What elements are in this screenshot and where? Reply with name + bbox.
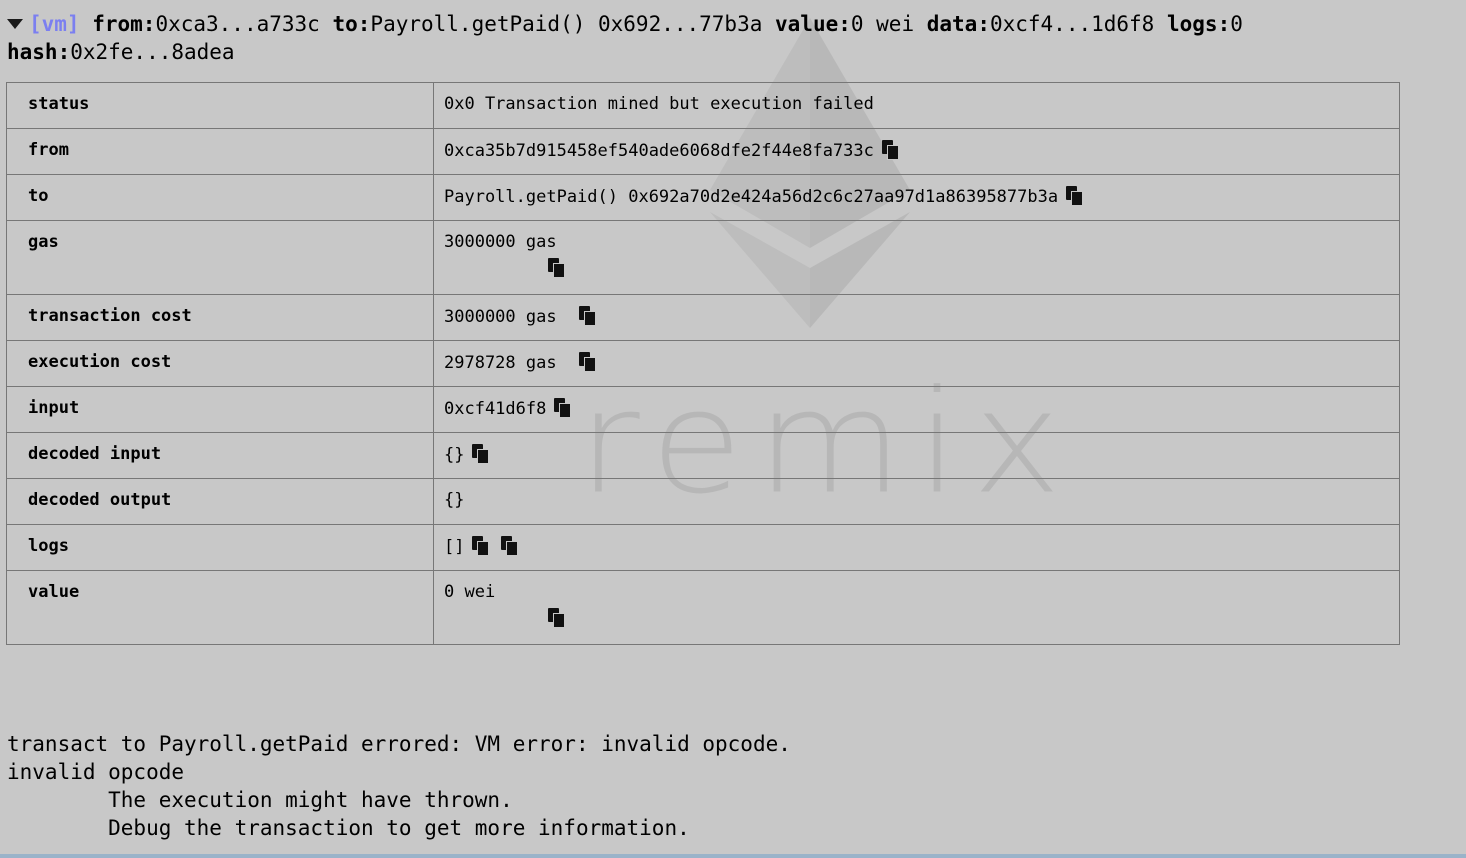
row-key-execution-cost: execution cost — [6, 340, 434, 387]
copy-icon[interactable] — [1066, 186, 1084, 206]
summary-value-label: value: — [775, 12, 851, 36]
row-value-transaction-cost: 3000000 gas — [444, 307, 557, 327]
row-key-status: status — [6, 82, 434, 129]
row-value-to: Payroll.getPaid() 0x692a70d2e424a56d2c6c… — [444, 187, 1059, 207]
table-row: logs [] — [6, 524, 1400, 571]
row-key-from: from — [6, 128, 434, 175]
error-log: transact to Payroll.getPaid errored: VM … — [7, 730, 791, 842]
transaction-details-table: status 0x0 Transaction mined but executi… — [6, 82, 1400, 645]
row-key-logs: logs — [6, 524, 434, 571]
table-row: decoded output {} — [6, 478, 1400, 525]
summary-from-label: from: — [92, 12, 156, 36]
summary-to-value: Payroll.getPaid() 0x692...77b3a — [370, 12, 763, 36]
row-value-status: 0x0 Transaction mined but execution fail… — [444, 94, 874, 114]
transaction-summary[interactable]: [vm] from:0xca3...a733c to:Payroll.getPa… — [7, 10, 1457, 66]
summary-data-label: data: — [926, 12, 990, 36]
table-row: decoded input {} — [6, 432, 1400, 479]
summary-hash-value: 0x2fe...8adea — [70, 40, 235, 64]
copy-icon[interactable] — [472, 536, 490, 556]
table-row: value 0 wei — [6, 570, 1400, 645]
table-row: gas 3000000 gas — [6, 220, 1400, 295]
table-row: to Payroll.getPaid() 0x692a70d2e424a56d2… — [6, 174, 1400, 221]
copy-icon[interactable] — [472, 444, 490, 464]
copy-icon[interactable] — [548, 258, 565, 278]
summary-from-value: 0xca3...a733c — [155, 12, 320, 36]
error-line-4: Debug the transaction to get more inform… — [7, 816, 690, 840]
row-value-decoded-input: {} — [444, 445, 465, 465]
row-key-transaction-cost: transaction cost — [6, 294, 434, 341]
table-row: status 0x0 Transaction mined but executi… — [6, 82, 1400, 129]
row-value-execution-cost: 2978728 gas — [444, 353, 557, 373]
row-value-gas: 3000000 gas — [444, 232, 557, 252]
copy-icon[interactable] — [578, 352, 596, 372]
error-line-3: The execution might have thrown. — [7, 788, 513, 812]
row-value-value: 0 wei — [444, 582, 496, 602]
table-row: transaction cost 3000000 gas — [6, 294, 1400, 341]
error-line-1: transact to Payroll.getPaid errored: VM … — [7, 732, 791, 756]
summary-logs-label: logs: — [1167, 12, 1231, 36]
copy-icon[interactable] — [554, 398, 572, 418]
row-value-from: 0xca35b7d915458ef540ade6068dfe2f44e8fa73… — [444, 141, 874, 161]
table-row: execution cost 2978728 gas — [6, 340, 1400, 387]
row-key-decoded-input: decoded input — [6, 432, 434, 479]
row-key-to: to — [6, 174, 434, 221]
copy-icon[interactable] — [881, 140, 899, 160]
copy-icon[interactable] — [501, 536, 519, 556]
row-key-decoded-output: decoded output — [6, 478, 434, 525]
row-key-input: input — [6, 386, 434, 433]
table-row: input 0xcf41d6f8 — [6, 386, 1400, 433]
summary-value-value: 0 wei — [850, 12, 915, 36]
collapse-caret-icon[interactable] — [7, 19, 23, 29]
copy-icon[interactable] — [578, 306, 596, 326]
row-key-value: value — [6, 570, 434, 645]
summary-data-value: 0xcf4...1d6f8 — [989, 12, 1155, 36]
summary-logs-value: 0 — [1230, 12, 1243, 36]
vm-tag: [vm] — [29, 12, 80, 36]
error-line-2: invalid opcode — [7, 760, 185, 784]
row-value-logs: [] — [444, 537, 465, 557]
copy-icon[interactable] — [548, 608, 565, 628]
row-value-decoded-output: {} — [444, 490, 465, 510]
summary-hash-label: hash: — [7, 40, 71, 64]
summary-to-label: to: — [332, 12, 371, 36]
bottom-border — [0, 854, 1466, 858]
row-key-gas: gas — [6, 220, 434, 295]
row-value-input: 0xcf41d6f8 — [444, 399, 547, 419]
table-row: from 0xca35b7d915458ef540ade6068dfe2f44e… — [6, 128, 1400, 175]
